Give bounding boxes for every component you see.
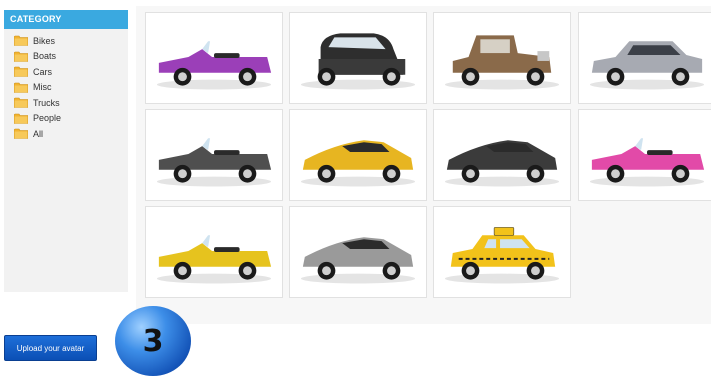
folder-icon (14, 113, 28, 124)
category-item-label: Boats (33, 51, 57, 62)
car-supercar-image (300, 140, 416, 187)
step-badge: 3 (115, 306, 191, 376)
car-supercar-image (300, 237, 416, 284)
category-header: CATEGORY (4, 10, 128, 29)
category-item-label: Trucks (33, 97, 60, 108)
avatar-tile[interactable] (145, 109, 283, 201)
category-item-label: Bikes (33, 35, 56, 46)
car-luxury-sedan-image (589, 41, 705, 90)
category-item-misc[interactable]: Misc (4, 80, 128, 96)
avatar-grid (136, 6, 711, 324)
category-item-cars[interactable]: Cars (4, 64, 128, 80)
car-mini-image (300, 33, 416, 90)
category-item-label: Cars (33, 66, 53, 77)
category-item-label: Misc (33, 82, 52, 93)
folder-icon (14, 82, 28, 93)
avatar-tile[interactable] (433, 206, 571, 298)
category-item-boats[interactable]: Boats (4, 49, 128, 65)
car-vintage-image (444, 35, 560, 90)
category-list: Bikes Boats Cars Misc Trucks People All (4, 33, 128, 142)
category-item-trucks[interactable]: Trucks (4, 95, 128, 111)
avatar-tile[interactable] (578, 109, 711, 201)
folder-icon (14, 51, 28, 62)
category-item-bikes[interactable]: Bikes (4, 33, 128, 49)
folder-icon (14, 97, 28, 109)
upload-avatar-button[interactable]: Upload your avatar (4, 335, 97, 361)
avatar-tile[interactable] (145, 12, 283, 104)
car-classic-convertible-image (156, 41, 272, 90)
avatar-tile[interactable] (433, 12, 571, 104)
avatar-tile[interactable] (289, 12, 427, 104)
car-taxi-image (444, 227, 560, 284)
category-item-label: All (33, 128, 44, 139)
folder-icon (14, 66, 28, 78)
folder-icon (14, 128, 28, 140)
category-item-all[interactable]: All (4, 126, 128, 142)
avatar-tile[interactable] (433, 109, 571, 201)
folder-icon (14, 35, 28, 47)
car-roadster-image (156, 235, 272, 284)
category-item-people[interactable]: People (4, 111, 128, 127)
avatar-tile[interactable] (145, 206, 283, 298)
step-number: 3 (142, 323, 164, 359)
avatar-tile[interactable] (289, 206, 427, 298)
avatar-tile[interactable] (289, 109, 427, 201)
avatar-tile[interactable] (578, 12, 711, 104)
car-roadster-image (589, 138, 705, 187)
category-item-label: People (33, 113, 62, 124)
car-coupe-image (444, 140, 560, 187)
car-sports-convertible-image (156, 138, 272, 187)
category-sidebar: CATEGORY Bikes Boats Cars Misc Trucks People A… (4, 10, 128, 292)
